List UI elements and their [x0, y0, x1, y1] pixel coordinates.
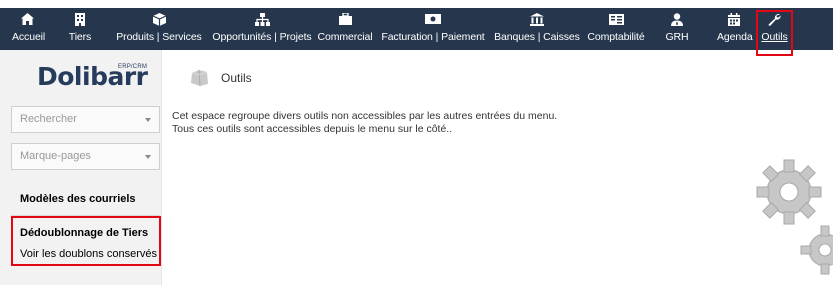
wrench-icon: [758, 12, 791, 26]
calendar-icon: [717, 12, 751, 26]
sidebar-divider: [11, 215, 160, 216]
gears-icon: [755, 150, 833, 285]
sitemap-icon: [207, 12, 317, 26]
menu-label: Agenda: [717, 31, 753, 43]
menu-label: Facturation | Paiement: [381, 31, 485, 43]
description-line-1: Cet espace regroupe divers outils non ac…: [172, 110, 558, 122]
menu-item-grh[interactable]: GRH: [662, 8, 692, 50]
menu-label: GRH: [665, 31, 689, 43]
menu-label: Opportunités | Projets: [212, 31, 312, 43]
menu-item-facturation-paiement[interactable]: Facturation | Paiement: [377, 8, 489, 50]
menu-label: Accueil: [12, 31, 46, 43]
menu-item-banques-caisses[interactable]: Banques | Caisses: [490, 8, 584, 50]
search-placeholder: Rechercher: [20, 113, 77, 125]
bank-icon: [490, 12, 584, 26]
search-select[interactable]: Rechercher: [11, 106, 160, 133]
top-menu-bar: Accueil Tiers Produits | Services Opport…: [0, 8, 833, 50]
menu-label: Comptabilité: [587, 31, 645, 43]
menu-label: Commercial: [317, 31, 373, 43]
bookmarks-select[interactable]: Marque-pages: [11, 143, 160, 170]
menu-item-opportunites-projets[interactable]: Opportunités | Projets: [207, 8, 317, 50]
menu-item-tiers[interactable]: Tiers: [65, 8, 95, 50]
sidebar-item-modeles-courriels[interactable]: Modèles des courriels: [20, 193, 136, 205]
home-icon: [12, 12, 42, 26]
menu-label: Outils: [761, 31, 788, 43]
menu-label: Banques | Caisses: [494, 31, 580, 43]
menu-label: Produits | Services: [116, 31, 202, 43]
building-icon: [65, 12, 95, 26]
chevron-down-icon: [145, 118, 151, 122]
money-icon: [377, 12, 489, 26]
tools-page-icon: [189, 69, 211, 90]
chevron-down-icon: [145, 155, 151, 159]
sidebar-item-dedoublonnage-tiers[interactable]: Dédoublonnage de Tiers: [20, 227, 148, 239]
page-title: Outils: [221, 71, 252, 85]
sidebar-item-doublons-conserves[interactable]: Voir les doublons conservés: [20, 248, 157, 260]
logo-erp-label: ERP/CRM: [118, 64, 148, 70]
menu-item-commercial[interactable]: Commercial: [315, 8, 375, 50]
bookmarks-placeholder: Marque-pages: [20, 150, 91, 162]
menu-item-agenda[interactable]: Agenda: [717, 8, 753, 50]
menu-item-accueil[interactable]: Accueil: [12, 8, 46, 50]
briefcase-icon: [315, 12, 375, 26]
description-line-2: Tous ces outils sont accessibles depuis …: [172, 123, 453, 135]
menu-item-produits-services[interactable]: Produits | Services: [113, 8, 205, 50]
menu-label: Tiers: [68, 31, 92, 43]
cube-icon: [113, 12, 205, 26]
menu-item-outils[interactable]: Outils: [758, 8, 791, 50]
menu-item-comptabilite[interactable]: Comptabilité: [585, 8, 647, 50]
user-tie-icon: [662, 12, 692, 26]
calculator-icon: [585, 12, 647, 26]
